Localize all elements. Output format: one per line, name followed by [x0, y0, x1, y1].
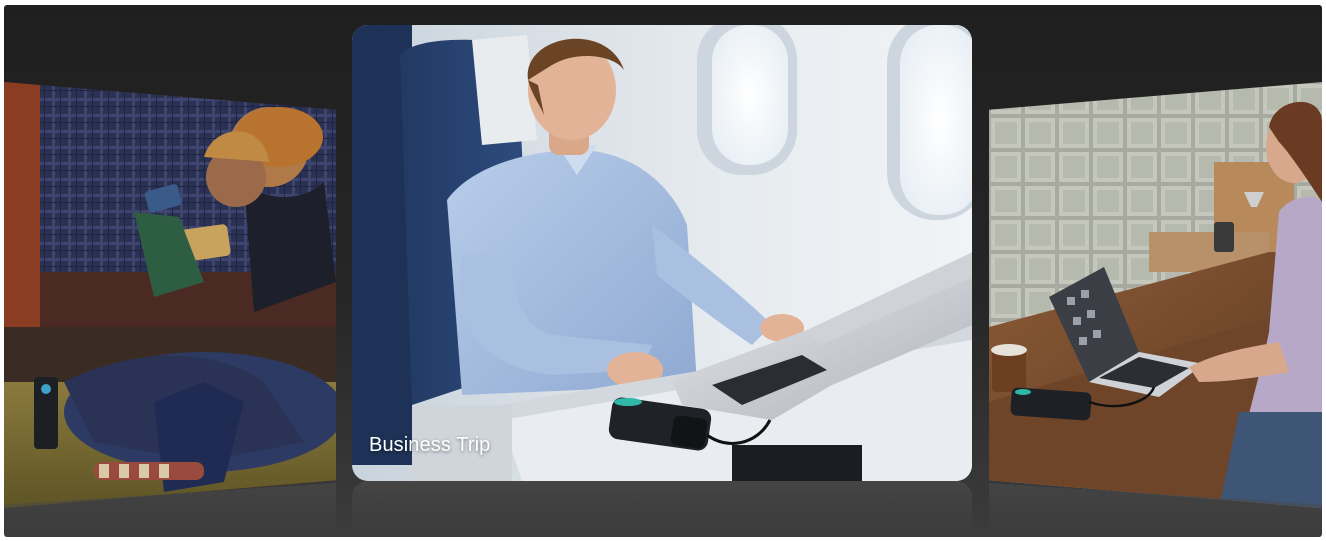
slide-image-cafe-work — [989, 82, 1322, 508]
slide-caption: Business Trip — [369, 434, 491, 456]
carousel-slide-previous[interactable] — [4, 82, 336, 508]
slide-image-gaming-friends — [4, 82, 336, 508]
carousel-slide-next[interactable] — [989, 82, 1322, 508]
slide-image-business-trip — [352, 25, 972, 481]
slide-reflection-active — [352, 481, 972, 537]
image-carousel: Business Trip — [4, 5, 1322, 537]
carousel-slide-active[interactable]: Business Trip — [352, 25, 972, 481]
